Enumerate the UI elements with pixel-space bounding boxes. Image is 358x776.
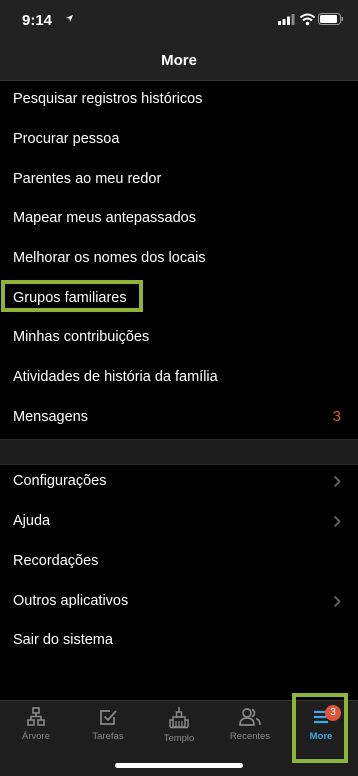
tab-recentes[interactable]: Recentes <box>218 707 282 755</box>
tab-tarefas[interactable]: Tarefas <box>76 707 140 755</box>
chevron-right-icon <box>333 595 341 608</box>
highlight-frame <box>1 280 143 312</box>
highlight-frame <box>292 693 348 763</box>
tasks-icon <box>100 710 117 725</box>
chevron-right-icon <box>333 475 341 488</box>
menu-item-parentes-ao-redor[interactable]: Parentes ao meu redor <box>0 160 358 200</box>
tab-arvore[interactable]: Árvore <box>4 707 68 755</box>
navigation-bar: More <box>0 42 358 81</box>
menu-item-pesquisar-registros[interactable]: Pesquisar registros históricos <box>0 80 358 120</box>
page-title: More <box>161 52 197 69</box>
wifi-icon <box>299 13 316 26</box>
temple-icon <box>169 707 189 729</box>
menu-item-label: Melhorar os nomes dos locais <box>13 250 206 266</box>
menu-item-label: Atividades de história da família <box>13 369 218 385</box>
menu-item-label: Procurar pessoa <box>13 131 120 147</box>
menu-item-label: Mapear meus antepassados <box>13 210 196 226</box>
menu-item-label: Outros aplicativos <box>13 593 129 609</box>
menu-item-procurar-pessoa[interactable]: Procurar pessoa <box>0 120 358 160</box>
menu-item-recordacoes[interactable]: Recordações <box>0 542 358 582</box>
menu-item-atividades-historia[interactable]: Atividades de história da família <box>0 358 358 398</box>
tab-label: Tarefas <box>92 731 124 742</box>
tree-icon <box>27 707 45 726</box>
tab-label: Templo <box>163 733 195 744</box>
menu-item-sair[interactable]: Sair do sistema <box>0 621 358 661</box>
menu-item-label: Recordações <box>13 553 99 569</box>
tab-templo[interactable]: Templo <box>147 707 211 755</box>
menu-item-minhas-contribuicoes[interactable]: Minhas contribuições <box>0 318 358 358</box>
location-arrow-icon <box>65 14 74 23</box>
signal-icon <box>278 14 295 25</box>
menu-item-label: Sair do sistema <box>13 632 113 648</box>
menu-item-label: Parentes ao meu redor <box>13 171 162 187</box>
menu-item-label: Pesquisar registros históricos <box>13 91 203 107</box>
menu-item-outros-aplicativos[interactable]: Outros aplicativos <box>0 582 358 622</box>
menu-item-ajuda[interactable]: Ajuda <box>0 502 358 542</box>
menu-item-label: Mensagens <box>13 409 88 425</box>
menu-item-mensagens[interactable]: Mensagens 3 <box>0 398 358 438</box>
menu-item-melhorar-locais[interactable]: Melhorar os nomes dos locais <box>0 239 358 279</box>
tab-label: Árvore <box>22 731 50 742</box>
menu-item-label: Configurações <box>13 473 107 489</box>
tab-label: Recentes <box>229 731 271 742</box>
home-indicator <box>115 763 243 768</box>
menu-item-label: Minhas contribuições <box>13 329 150 345</box>
battery-icon <box>318 13 343 25</box>
status-time: 9:14 <box>22 12 53 29</box>
message-count-badge: 3 <box>332 408 341 425</box>
menu-item-mapear-antepassados[interactable]: Mapear meus antepassados <box>0 199 358 239</box>
status-bar: 9:14 <box>0 0 358 42</box>
menu-item-configuracoes[interactable]: Configurações <box>0 462 358 502</box>
status-icons <box>278 13 343 26</box>
people-icon <box>239 708 261 726</box>
chevron-right-icon <box>333 515 341 528</box>
menu-item-label: Ajuda <box>13 513 51 529</box>
